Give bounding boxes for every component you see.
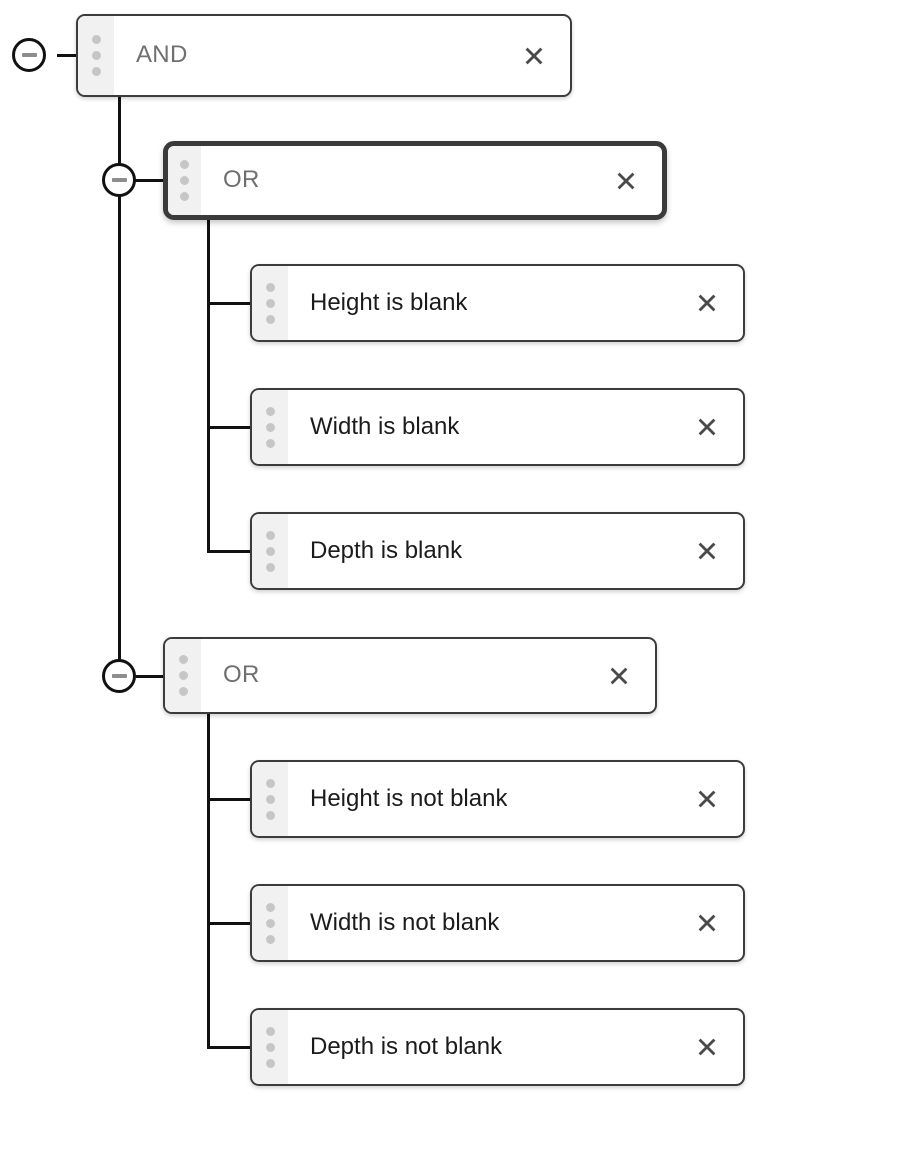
collapse-toggle-group-1[interactable] bbox=[102, 163, 136, 197]
remove-button[interactable] bbox=[693, 413, 721, 441]
drag-dot bbox=[265, 810, 275, 820]
close-icon bbox=[698, 1038, 716, 1056]
connector-leaf-3 bbox=[207, 550, 253, 553]
group-node-group-2[interactable]: OR bbox=[163, 637, 657, 714]
close-icon bbox=[698, 790, 716, 808]
drag-dot bbox=[265, 562, 275, 572]
drag-dot bbox=[265, 1026, 275, 1036]
group-node-body: AND bbox=[114, 16, 570, 95]
drag-handle-icon[interactable] bbox=[165, 639, 201, 712]
drag-dot bbox=[265, 422, 275, 432]
collapse-toggle-group-2[interactable] bbox=[102, 659, 136, 693]
connector-trunk-group-1 bbox=[207, 218, 210, 553]
drag-dot bbox=[178, 687, 188, 696]
drag-dot bbox=[265, 934, 275, 944]
connector-toggle-group-1 bbox=[136, 179, 166, 182]
drag-dot bbox=[180, 176, 189, 185]
drag-dot bbox=[265, 778, 275, 788]
collapse-toggle-root[interactable] bbox=[12, 38, 46, 72]
connector-trunk-group-2 bbox=[207, 712, 210, 1049]
group-node-body: OR bbox=[201, 146, 662, 215]
group-node-group-1[interactable]: OR bbox=[163, 141, 667, 220]
group-node-root[interactable]: AND bbox=[76, 14, 572, 97]
drag-handle-icon[interactable] bbox=[252, 886, 288, 960]
condition-node-body: Height is blank bbox=[288, 266, 743, 340]
condition-text: Height is blank bbox=[310, 289, 468, 316]
condition-node-body: Height is not blank bbox=[288, 762, 743, 836]
connector-leaf-4 bbox=[207, 798, 253, 801]
drag-dot bbox=[265, 298, 275, 308]
drag-dot bbox=[180, 192, 189, 201]
minus-icon bbox=[111, 674, 127, 678]
close-icon bbox=[525, 47, 543, 64]
drag-handle-icon[interactable] bbox=[252, 762, 288, 836]
condition-text: Width is blank bbox=[310, 413, 460, 440]
connector-leaf-5 bbox=[207, 922, 253, 925]
group-operator-label: AND bbox=[136, 42, 188, 69]
remove-button[interactable] bbox=[605, 662, 633, 690]
remove-button[interactable] bbox=[520, 42, 548, 70]
drag-dot bbox=[265, 794, 275, 804]
condition-text: Height is not blank bbox=[310, 785, 508, 812]
drag-handle-icon[interactable] bbox=[252, 1010, 288, 1084]
condition-node-body: Depth is not blank bbox=[288, 1010, 743, 1084]
minus-icon bbox=[21, 53, 37, 57]
drag-handle-icon[interactable] bbox=[168, 146, 201, 215]
condition-node-cond-5[interactable]: Width is not blank bbox=[250, 884, 745, 962]
drag-dot bbox=[265, 902, 275, 912]
group-operator-label: OR bbox=[223, 167, 260, 194]
remove-button[interactable] bbox=[693, 785, 721, 813]
drag-dot bbox=[265, 282, 275, 292]
close-icon bbox=[610, 667, 628, 684]
connector-leaf-2 bbox=[207, 426, 253, 429]
connector-toggle-group-2 bbox=[136, 675, 166, 678]
condition-node-cond-2[interactable]: Width is blank bbox=[250, 388, 745, 466]
condition-node-cond-1[interactable]: Height is blank bbox=[250, 264, 745, 342]
remove-button[interactable] bbox=[693, 289, 721, 317]
drag-dot bbox=[265, 918, 275, 928]
group-operator-label: OR bbox=[223, 662, 260, 689]
drag-dot bbox=[265, 530, 275, 540]
connector-leaf-6 bbox=[207, 1046, 253, 1049]
drag-dot bbox=[178, 655, 188, 664]
drag-dot bbox=[265, 546, 275, 556]
drag-dot bbox=[265, 314, 275, 324]
remove-button[interactable] bbox=[693, 1033, 721, 1061]
condition-node-body: Width is not blank bbox=[288, 886, 743, 960]
remove-button[interactable] bbox=[612, 167, 640, 195]
drag-dot bbox=[91, 51, 101, 60]
drag-handle-icon[interactable] bbox=[252, 266, 288, 340]
connector-leaf-1 bbox=[207, 302, 253, 305]
drag-dot bbox=[180, 160, 189, 169]
condition-node-body: Depth is blank bbox=[288, 514, 743, 588]
condition-node-cond-3[interactable]: Depth is blank bbox=[250, 512, 745, 590]
drag-dot bbox=[265, 1042, 275, 1052]
condition-text: Depth is blank bbox=[310, 537, 463, 564]
close-icon bbox=[698, 418, 716, 436]
close-icon bbox=[698, 542, 716, 560]
drag-dot bbox=[265, 406, 275, 416]
drag-dot bbox=[91, 35, 101, 44]
drag-handle-icon[interactable] bbox=[78, 16, 114, 95]
condition-text: Depth is not blank bbox=[310, 1033, 503, 1060]
close-icon bbox=[698, 914, 716, 932]
group-node-body: OR bbox=[201, 639, 655, 712]
drag-handle-icon[interactable] bbox=[252, 390, 288, 464]
drag-dot bbox=[265, 1058, 275, 1068]
drag-dot bbox=[91, 67, 101, 76]
close-icon bbox=[698, 294, 716, 312]
drag-dot bbox=[265, 438, 275, 448]
close-icon bbox=[617, 172, 635, 189]
condition-node-body: Width is blank bbox=[288, 390, 743, 464]
remove-button[interactable] bbox=[693, 537, 721, 565]
condition-node-cond-4[interactable]: Height is not blank bbox=[250, 760, 745, 838]
remove-button[interactable] bbox=[693, 909, 721, 937]
condition-node-cond-6[interactable]: Depth is not blank bbox=[250, 1008, 745, 1086]
minus-icon bbox=[111, 178, 127, 182]
drag-dot bbox=[178, 671, 188, 680]
filter-tree-canvas: AND OR Height is blank Width is blank De… bbox=[0, 0, 914, 1168]
drag-handle-icon[interactable] bbox=[252, 514, 288, 588]
condition-text: Width is not blank bbox=[310, 909, 500, 936]
